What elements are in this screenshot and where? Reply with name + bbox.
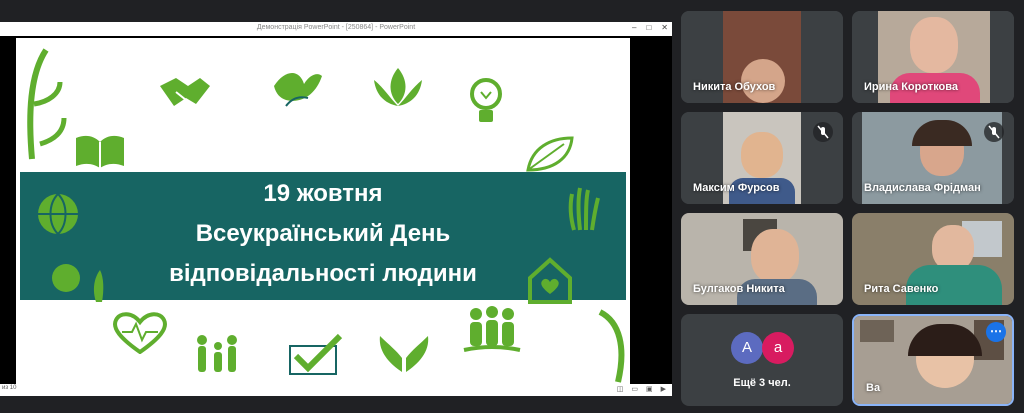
participant-tile[interactable]: Владислава Фрідман [852,112,1014,204]
more-participants-tile[interactable]: А а Ещё 3 чел. [681,314,843,406]
maximize-icon[interactable]: □ [646,23,651,32]
lightbulb-icon [470,78,502,122]
mic-off-icon [984,122,1004,142]
view-controls: ◫ ▭ ▣ ▶ [617,385,666,393]
leaf-icon [526,136,574,172]
shared-screen: Демонстрація PowerPoint - [250864] - Pow… [0,22,672,396]
globe-icon [38,193,78,235]
mic-off-icon [813,122,833,142]
checkmark-icon [289,333,343,375]
people-group-icon [463,306,521,352]
slide: 19 жовтня Всеукраїнський День відповідал… [16,38,630,384]
participant-name: Рита Савенко [864,283,939,295]
participant-name: Владислава Фрідман [864,182,981,194]
window-controls: – □ ✕ [632,23,668,32]
dove-icon [274,73,322,107]
participant-name: Булгаков Никита [693,283,785,295]
self-view-tile[interactable]: Ва ⋯ [852,314,1014,406]
handprint-icon [568,187,600,231]
normal-view-icon[interactable]: ◫ [617,385,624,393]
sprout-icon [598,309,625,383]
slide-title-line1: 19 жовтня [263,180,383,207]
open-hands-icon [379,336,429,372]
avatar: А [731,332,763,364]
participant-tile[interactable]: Булгаков Никита [681,213,843,305]
heart-pulse-icon [113,312,167,354]
powerpoint-statusbar: из 10 ◫ ▭ ▣ ▶ [0,384,672,396]
house-heart-icon [528,257,572,304]
lotus-icon [374,68,422,106]
participant-name: Никита Обухов [693,81,776,93]
participant-tile[interactable]: Ирина Короткова [852,11,1014,103]
reading-view-icon[interactable]: ▣ [646,385,653,393]
slideshow-icon[interactable]: ▶ [661,385,666,393]
more-options-button[interactable]: ⋯ [986,322,1006,342]
notes-icon[interactable]: ▭ [631,385,638,393]
slide-title-line2: Всеукраїнський День [195,220,451,247]
tree-hand-icon [52,264,104,302]
slide-counter: из 10 [2,385,17,391]
window-title: Демонстрація PowerPoint - [250864] - Pow… [256,24,416,31]
self-name: Ва [866,382,881,394]
close-icon[interactable]: ✕ [661,23,668,32]
participant-tile[interactable]: Никита Обухов [681,11,843,103]
book-icon [76,135,124,168]
participant-name: Максим Фурсов [693,182,780,194]
handshake-icon [160,78,210,106]
family-icon [197,335,237,372]
participant-tile[interactable]: Максим Фурсов [681,112,843,204]
title-banner: 19 жовтня Всеукраїнський День відповідал… [20,172,626,304]
logo-icon [27,48,67,160]
avatar: а [762,332,794,364]
participant-tile[interactable]: Рита Савенко [852,213,1014,305]
powerpoint-titlebar: Демонстрація PowerPoint - [250864] - Pow… [0,22,672,36]
minimize-icon[interactable]: – [632,23,636,32]
participant-name: Ирина Короткова [864,81,959,93]
more-participants-label: Ещё 3 чел. [733,377,791,389]
